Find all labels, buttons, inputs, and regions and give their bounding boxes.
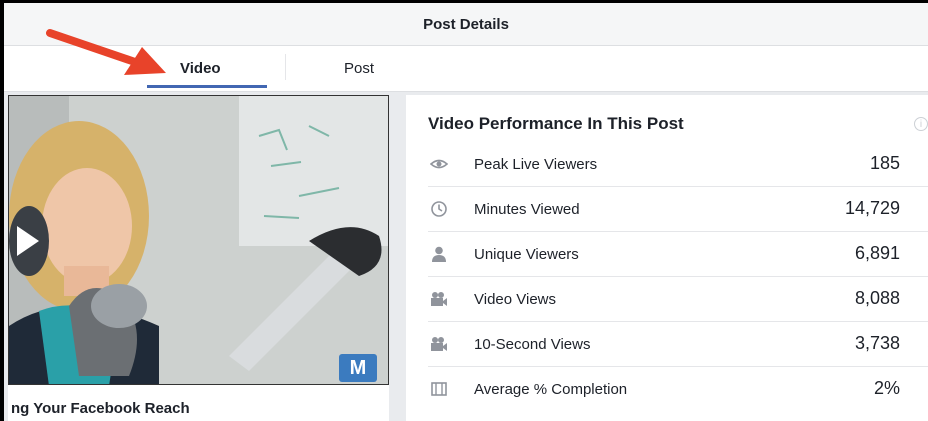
performance-title: Video Performance In This Post (428, 114, 684, 133)
metric-label: Unique Viewers (474, 246, 579, 263)
video-thumbnail[interactable]: M (8, 95, 389, 385)
video-camera-icon (431, 337, 447, 351)
metric-row-minutes-viewed[interactable]: Minutes Viewed 14,729 > (428, 187, 928, 232)
video-frame-image (9, 96, 388, 384)
video-card: M ng Your Facebook Reach (8, 95, 389, 421)
video-performance-panel: Video Performance In This Post i Peak Li… (406, 95, 928, 421)
eye-icon (430, 159, 448, 169)
metric-value: 6,891 (854, 243, 900, 263)
active-tab-indicator (147, 85, 267, 88)
metric-label: Peak Live Viewers (474, 156, 598, 173)
metric-row-10-second-views[interactable]: 10-Second Views 3,738 > (428, 322, 928, 367)
metric-value: 8,088 (854, 288, 900, 308)
video-title[interactable]: ng Your Facebook Reach (11, 400, 190, 417)
metric-value: 185 (869, 153, 900, 173)
tab-video[interactable]: Video (180, 60, 221, 77)
arrow-annotation-icon (46, 29, 166, 75)
tab-divider (285, 54, 286, 80)
tab-post[interactable]: Post (344, 60, 374, 77)
metric-value: 14,729 (844, 198, 900, 218)
metric-label: Average % Completion (474, 381, 628, 398)
metric-row-average-completion[interactable]: Average % Completion 2% > (428, 367, 928, 411)
metric-label: 10-Second Views (474, 336, 591, 353)
person-icon (432, 246, 446, 262)
post-details-dialog: Post Details Video Post M ng Your Facebo… (4, 3, 928, 421)
m-badge: M (349, 357, 367, 379)
metric-value: 3,738 (854, 333, 900, 353)
film-icon (431, 382, 447, 396)
metric-label: Minutes Viewed (474, 201, 580, 218)
metric-label: Video Views (474, 291, 557, 308)
video-camera-icon (431, 292, 447, 306)
metric-row-peak-live-viewers[interactable]: Peak Live Viewers 185 > (428, 142, 928, 187)
metric-row-video-views[interactable]: Video Views 8,088 > (428, 277, 928, 322)
metric-value: 2% (873, 378, 900, 398)
clock-icon (431, 201, 447, 217)
info-icon[interactable]: i (914, 117, 928, 131)
metric-row-unique-viewers[interactable]: Unique Viewers 6,891 > (428, 232, 928, 277)
